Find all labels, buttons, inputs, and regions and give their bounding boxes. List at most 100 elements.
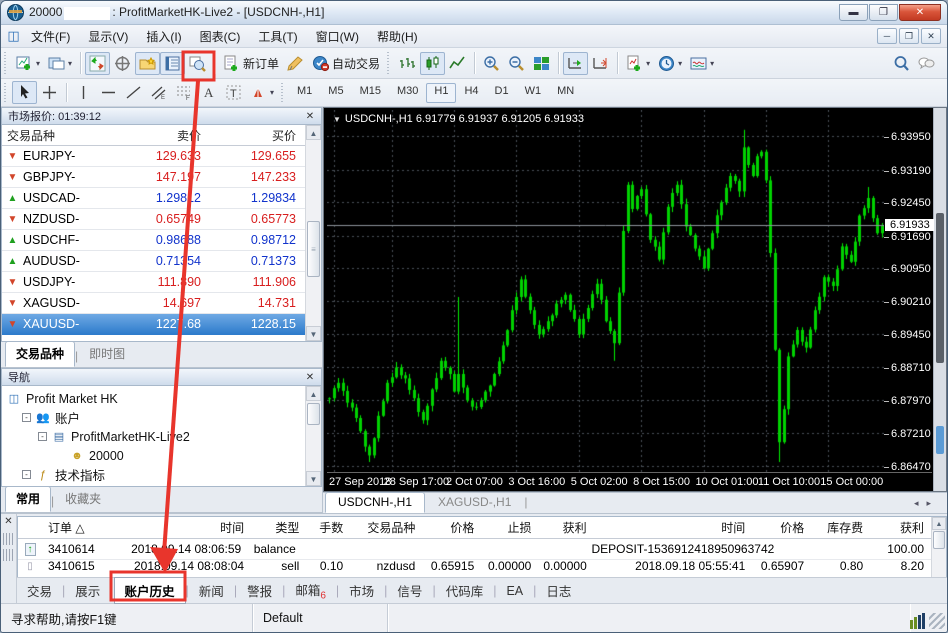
label-tool-button[interactable]: T — [221, 81, 246, 104]
terminal-tab-EA[interactable]: EA — [496, 581, 533, 601]
tree-expander-icon[interactable]: - — [38, 432, 47, 441]
search-button[interactable] — [889, 52, 914, 75]
toolbar-grip[interactable] — [4, 52, 9, 74]
navigator-close-icon[interactable]: ✕ — [303, 372, 317, 383]
menu-item-3[interactable]: 图表(C) — [191, 26, 250, 47]
terminal-column-header-11[interactable]: 获利 — [869, 519, 930, 536]
dropdown-arrow-icon[interactable]: ▾ — [270, 88, 274, 97]
timeframe-m5-button[interactable]: M5 — [320, 83, 351, 103]
tree-item-1[interactable]: -👥账户 — [6, 408, 321, 427]
autotrading-button[interactable]: 自动交易 — [308, 52, 384, 75]
chart-tab-0[interactable]: USDCNH-,H1 — [325, 492, 425, 513]
dropdown-arrow-icon[interactable]: ▾ — [68, 59, 72, 68]
column-header-sell[interactable]: 卖价 — [114, 127, 209, 144]
vertical-line-tool-button[interactable] — [71, 81, 96, 104]
menu-item-1[interactable]: 显示(V) — [79, 26, 137, 47]
new-order-button[interactable]: 新订单 — [219, 52, 283, 75]
terminal-tab-代码库[interactable]: 代码库 — [436, 578, 494, 603]
fibonacci-tool-button[interactable]: F — [171, 81, 196, 104]
arrows-tool-button[interactable]: ▾ — [246, 81, 278, 104]
terminal-column-header-0[interactable]: 订单 △ — [42, 519, 124, 536]
bar-chart-button[interactable] — [395, 52, 420, 75]
toolbar-grip[interactable] — [4, 83, 9, 102]
zoom-in-button[interactable] — [479, 52, 504, 75]
timeframe-m1-button[interactable]: M1 — [289, 83, 320, 103]
tree-expander-icon[interactable]: - — [22, 413, 31, 422]
navigator-scrollbar[interactable]: ▲ ▼ — [305, 386, 321, 486]
child-minimize-button[interactable]: ─ — [877, 28, 897, 44]
market-watch-row-gbpjpy[interactable]: ▼GBPJPY-147.197147.233 — [2, 167, 321, 188]
line-chart-button[interactable] — [445, 52, 470, 75]
terminal-tab-账户历史[interactable]: 账户历史 — [114, 577, 186, 604]
terminal-column-header-4[interactable]: 交易品种 — [349, 519, 421, 536]
navigator-tab-0[interactable]: 常用 — [5, 486, 51, 512]
tree-item-3[interactable]: ☻20000 — [6, 446, 321, 465]
terminal-tab-新闻[interactable]: 新闻 — [189, 578, 234, 603]
menu-item-0[interactable]: 文件(F) — [22, 26, 79, 47]
trendline-tool-button[interactable] — [121, 81, 146, 104]
channel-tool-button[interactable]: E — [146, 81, 171, 104]
child-restore-button[interactable]: ❐ — [899, 28, 919, 44]
menu-item-5[interactable]: 窗口(W) — [307, 26, 368, 47]
metaeditor-button[interactable] — [283, 52, 308, 75]
market-watch-scrollbar[interactable]: ▲ ≡ ▼ — [305, 125, 321, 341]
chart-tab-scroll-arrows[interactable]: ◂▸ — [906, 498, 947, 513]
chart-window[interactable]: ▼USDCNH-,H1 6.91779 6.91937 6.91205 6.91… — [323, 107, 947, 492]
chart-shift-button[interactable] — [588, 52, 613, 75]
scroll-down-icon[interactable]: ▼ — [306, 326, 321, 341]
maximize-button[interactable]: ❐ — [869, 4, 898, 21]
scrollbar-thumb[interactable]: ≡ — [307, 221, 320, 277]
new-chart-button[interactable]: ▾ — [12, 52, 44, 75]
market-watch-close-icon[interactable]: ✕ — [303, 111, 317, 122]
terminal-tab-市场[interactable]: 市场 — [339, 578, 384, 603]
market-watch-row-eurjpy[interactable]: ▼EURJPY-129.633129.655 — [2, 146, 321, 167]
periods-button[interactable]: ▾ — [654, 52, 686, 75]
terminal-column-header-7[interactable]: 获利 — [537, 519, 592, 536]
timeframe-h1-button[interactable]: H1 — [426, 83, 456, 103]
status-profile[interactable]: Default — [253, 604, 388, 632]
terminal-column-header-5[interactable]: 价格 — [421, 519, 480, 536]
menu-item-2[interactable]: 插入(I) — [137, 26, 190, 47]
terminal-toggle-button[interactable] — [160, 52, 185, 75]
candlestick-button[interactable] — [420, 52, 445, 75]
market-watch-row-xagusd[interactable]: ▼XAGUSD-14.69714.731 — [2, 293, 321, 314]
tree-item-0[interactable]: ◫Profit Market HK — [6, 389, 321, 408]
horizontal-line-tool-button[interactable] — [96, 81, 121, 104]
scrollbar-thumb[interactable] — [936, 213, 944, 363]
chart-tab-1[interactable]: XAGUSD-,H1 — [425, 492, 524, 513]
market-watch-row-usdjpy[interactable]: ▼USDJPY-111.890111.906 — [2, 272, 321, 293]
scroll-up-icon[interactable]: ▲ — [306, 125, 321, 140]
dropdown-arrow-icon[interactable]: ▾ — [36, 59, 40, 68]
terminal-column-header-1[interactable]: 时间 — [124, 519, 251, 536]
crosshair-tool-button[interactable] — [37, 81, 62, 104]
child-close-button[interactable]: ✕ — [921, 28, 941, 44]
navigator-tab-1[interactable]: 收藏夹 — [54, 486, 112, 512]
terminal-tab-展示[interactable]: 展示 — [65, 578, 110, 603]
scrollbar-thumb[interactable] — [933, 531, 945, 549]
tree-expander-icon[interactable]: - — [22, 470, 31, 479]
timeframe-m15-button[interactable]: M15 — [352, 83, 389, 103]
terminal-tab-警报[interactable]: 警报 — [237, 578, 282, 603]
candlestick-chart[interactable] — [327, 110, 884, 473]
terminal-column-header-8[interactable]: 时间 — [593, 519, 752, 536]
terminal-column-header-3[interactable]: 手数 — [305, 519, 349, 536]
scroll-down-icon[interactable]: ▼ — [306, 471, 321, 486]
indicators-button[interactable]: ▾ — [622, 52, 654, 75]
auto-scroll-button[interactable] — [563, 52, 588, 75]
market-watch-toggle-button[interactable] — [85, 52, 110, 75]
tree-item-2[interactable]: -▤ProfitMarketHK-Live2 — [6, 427, 321, 446]
timeframe-h4-button[interactable]: H4 — [456, 83, 486, 103]
profiles-button[interactable]: ▾ — [44, 52, 76, 75]
menu-item-4[interactable]: 工具(T) — [249, 26, 306, 47]
scrollbar-thumb[interactable] — [307, 403, 320, 425]
terminal-column-header-6[interactable]: 止损 — [480, 519, 537, 536]
text-tool-button[interactable]: A — [196, 81, 221, 104]
dropdown-arrow-icon[interactable]: ▾ — [646, 59, 650, 68]
strategy-tester-button[interactable] — [185, 52, 210, 75]
terminal-row-3410615[interactable]: ▯34106152018.09.14 08:08:04sell0.10nzdus… — [18, 560, 946, 572]
market-watch-row-usdcad[interactable]: ▲USDCAD-1.298121.29834 — [2, 188, 321, 209]
scroll-up-icon[interactable]: ▲ — [306, 386, 321, 401]
market-watch-tab-1[interactable]: 即时图 — [78, 341, 136, 367]
data-window-button[interactable] — [110, 52, 135, 75]
terminal-column-header-2[interactable]: 类型 — [250, 519, 305, 536]
